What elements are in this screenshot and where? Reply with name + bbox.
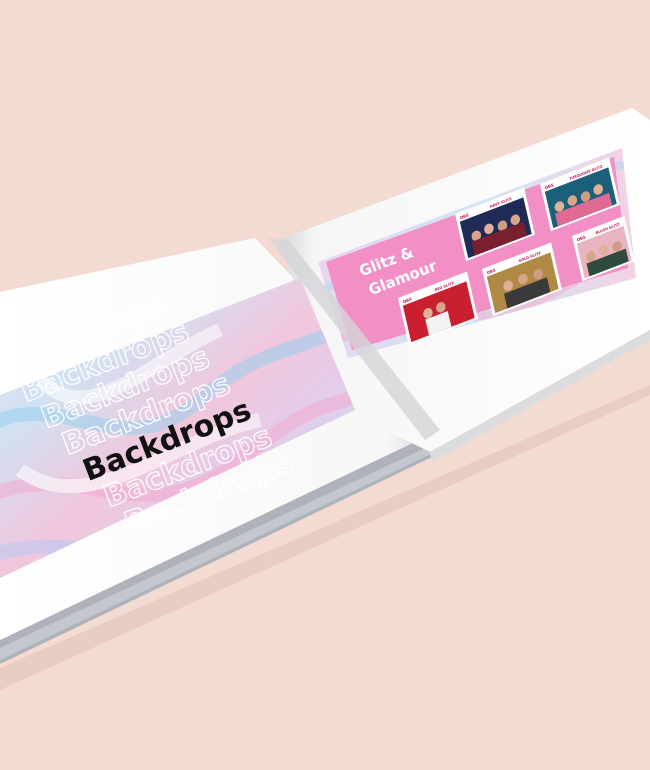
photo-book-mockup: Backdrops Backdrops Backdrops Backdrops … <box>0 108 650 690</box>
